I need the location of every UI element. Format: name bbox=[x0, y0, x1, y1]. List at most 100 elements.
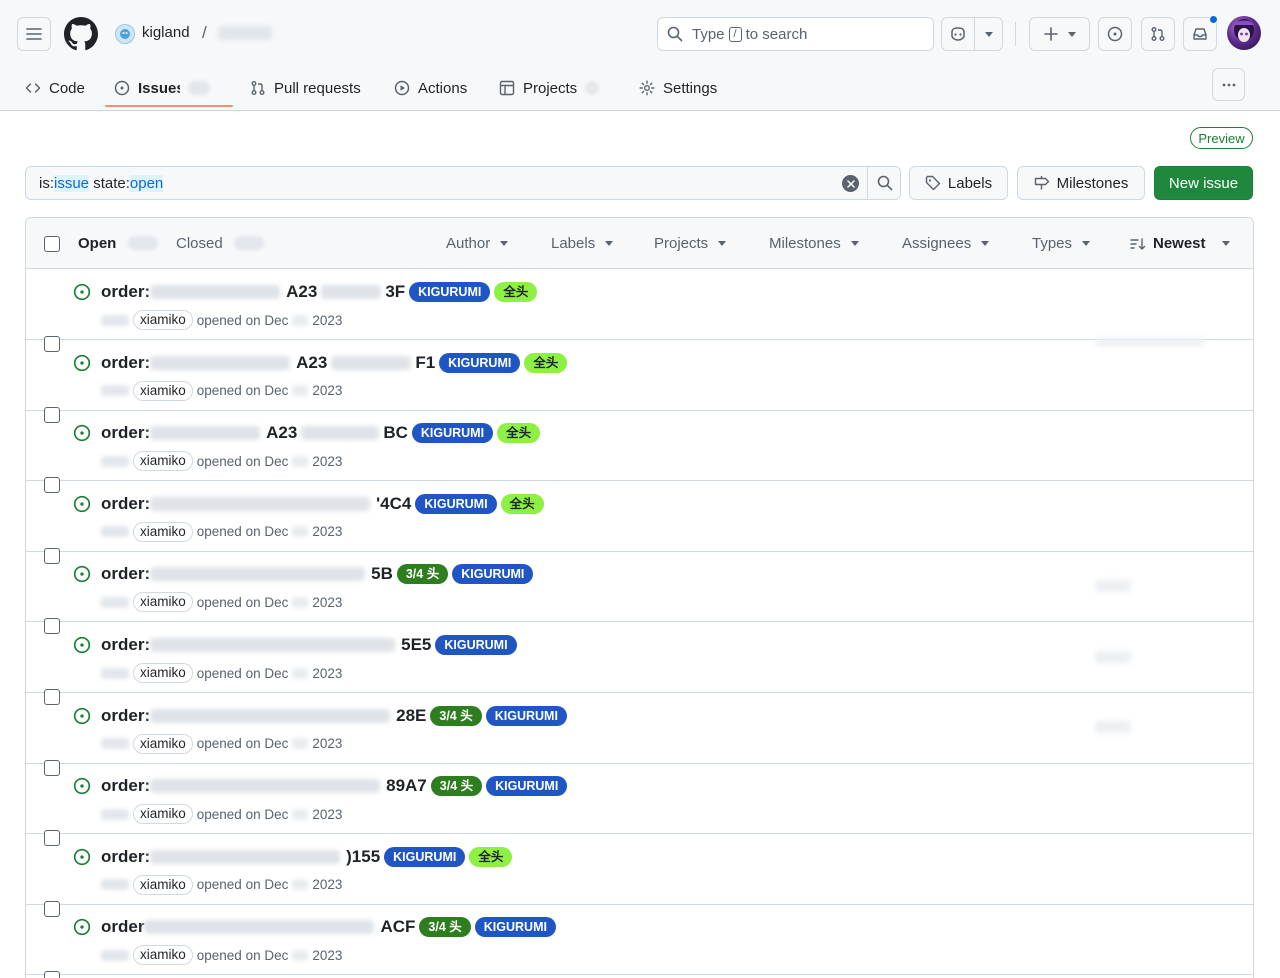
sort-menu[interactable]: Newest bbox=[1130, 235, 1230, 252]
owner-avatar[interactable] bbox=[115, 24, 135, 44]
issue-author-link[interactable]: xiamiko bbox=[133, 592, 193, 613]
repo-link-redacted[interactable] bbox=[218, 26, 272, 40]
issue-row[interactable]: order: 5E5 KIGURUMI xiamiko opened on Dec 202… bbox=[26, 622, 1253, 705]
issue-title-link[interactable]: order: 5B 3/4 头 KIGURUMI bbox=[101, 563, 534, 585]
issue-label[interactable]: 全头 bbox=[497, 423, 541, 444]
tab-projects[interactable]: Projects bbox=[499, 66, 600, 110]
more-options-button[interactable] bbox=[1212, 68, 1245, 101]
issue-label[interactable]: KIGURUMI bbox=[439, 352, 521, 373]
tab-issues[interactable]: Issues bbox=[114, 66, 210, 110]
your-pull-requests-button[interactable] bbox=[1141, 17, 1175, 51]
issue-row[interactable]: order:)155 KIGURUMI 全头 xiamiko opened on Dec… bbox=[26, 834, 1253, 917]
issue-label[interactable]: KIGURUMI bbox=[384, 846, 466, 867]
issue-author-link[interactable]: xiamiko bbox=[133, 874, 193, 895]
issue-row[interactable]: order ACF 3/4 头 KIGURUMI xiamiko opened on De… bbox=[26, 904, 1253, 978]
issue-title-link[interactable]: order: 28E 3/4 头 KIGURUMI bbox=[101, 705, 567, 727]
author-filter[interactable]: Author bbox=[446, 235, 509, 252]
preview-badge[interactable]: Preview bbox=[1190, 127, 1253, 149]
issue-number-redacted bbox=[101, 526, 129, 538]
issue-checkbox[interactable] bbox=[44, 971, 60, 978]
copilot-button[interactable] bbox=[942, 18, 976, 50]
table-icon bbox=[499, 80, 515, 96]
issue-label[interactable]: 全头 bbox=[469, 846, 513, 867]
owner-link[interactable]: kigland bbox=[142, 24, 190, 41]
issue-row[interactable]: order: '4C4 KIGURUMI 全头 xiamiko opened on Dec… bbox=[26, 481, 1253, 564]
closed-issues-tab[interactable]: Closed bbox=[176, 235, 223, 252]
tab-code[interactable]: Code bbox=[25, 66, 85, 110]
issue-opened-icon bbox=[73, 778, 91, 795]
issue-row[interactable]: order: A23 3F KIGURUMI 全头 xiamiko opened on De… bbox=[26, 269, 1253, 352]
issue-title-link[interactable]: order: A23 BC KIGURUMI 全头 bbox=[101, 422, 541, 444]
issue-label[interactable]: KIGURUMI bbox=[411, 423, 494, 444]
open-issues-tab[interactable]: Open bbox=[78, 235, 116, 252]
user-avatar[interactable] bbox=[1227, 16, 1261, 50]
new-issue-button[interactable]: New issue bbox=[1154, 166, 1253, 200]
global-search-input[interactable]: Type / to search bbox=[657, 17, 934, 51]
issue-title-link[interactable]: order: 5E5 KIGURUMI bbox=[101, 634, 517, 656]
issue-title-link[interactable]: order ACF 3/4 头 KIGURUMI bbox=[101, 916, 556, 938]
issue-author-link[interactable]: xiamiko bbox=[133, 451, 193, 472]
issue-author-link[interactable]: xiamiko bbox=[133, 663, 193, 683]
issue-filter-input[interactable]: is:issue state:open bbox=[25, 166, 901, 200]
issue-author-link[interactable]: xiamiko bbox=[133, 945, 193, 966]
issue-label[interactable]: 3/4 头 bbox=[430, 705, 482, 726]
your-issues-button[interactable] bbox=[1098, 17, 1132, 51]
milestones-filter[interactable]: Milestones bbox=[769, 235, 859, 252]
issue-day-redacted bbox=[292, 596, 309, 608]
issue-label[interactable]: KIGURUMI bbox=[435, 635, 517, 655]
issue-title-link[interactable]: order: '4C4 KIGURUMI 全头 bbox=[101, 493, 544, 515]
tab-pull-requests[interactable]: Pull requests bbox=[250, 66, 361, 110]
issue-label[interactable]: 3/4 头 bbox=[396, 564, 449, 585]
filter-key: is: bbox=[39, 175, 54, 192]
types-filter[interactable]: Types bbox=[1032, 235, 1091, 252]
redacted-mark bbox=[1095, 338, 1205, 346]
filter-label: Author bbox=[446, 235, 491, 252]
issue-title-link[interactable]: order: 89A7 3/4 头 KIGURUMI bbox=[101, 775, 568, 797]
filter-key: state: bbox=[89, 175, 130, 192]
issue-label[interactable]: KIGURUMI bbox=[486, 776, 568, 797]
tab-settings[interactable]: Settings bbox=[639, 66, 717, 110]
issue-author-link[interactable]: xiamiko bbox=[133, 733, 193, 754]
tag-icon bbox=[925, 175, 941, 191]
filter-search-button[interactable] bbox=[867, 167, 901, 199]
issue-label[interactable]: KIGURUMI bbox=[474, 917, 556, 938]
issue-label[interactable]: 全头 bbox=[494, 282, 538, 302]
issue-opened-year: 2023 bbox=[312, 736, 343, 752]
issue-label[interactable]: KIGURUMI bbox=[452, 564, 534, 585]
issue-title-link[interactable]: order: A23 3F KIGURUMI 全头 bbox=[101, 281, 538, 303]
issue-label[interactable]: KIGURUMI bbox=[409, 282, 491, 302]
select-all-checkbox[interactable] bbox=[44, 236, 60, 252]
issue-row[interactable]: order: 89A7 3/4 头 KIGURUMI xiamiko opened on … bbox=[26, 763, 1253, 847]
issue-label[interactable]: KIGURUMI bbox=[485, 705, 567, 726]
issue-row[interactable]: order: A23 F1 KIGURUMI 全头 xiamiko opened on De… bbox=[26, 340, 1253, 423]
create-new-button[interactable] bbox=[1029, 17, 1090, 51]
assignees-filter[interactable]: Assignees bbox=[902, 235, 990, 252]
issue-title-link[interactable]: order: A23 F1 KIGURUMI 全头 bbox=[101, 352, 568, 374]
issue-author-link[interactable]: xiamiko bbox=[133, 310, 193, 330]
issue-author-link[interactable]: xiamiko bbox=[133, 521, 193, 542]
labels-button[interactable]: Labels bbox=[909, 166, 1008, 200]
issue-row[interactable]: order: A23 BC KIGURUMI 全头 xiamiko opened on De… bbox=[26, 410, 1253, 494]
issue-title-link[interactable]: order:)155 KIGURUMI 全头 bbox=[101, 846, 513, 868]
filter-query: is:issue state:open bbox=[39, 175, 164, 192]
clear-filter-button[interactable] bbox=[842, 175, 859, 192]
issue-label[interactable]: 3/4 头 bbox=[430, 776, 483, 797]
copilot-dropdown-button[interactable] bbox=[975, 18, 1002, 50]
tab-actions[interactable]: Actions bbox=[394, 66, 467, 110]
issue-author-link[interactable]: xiamiko bbox=[133, 804, 193, 825]
issue-author-link[interactable]: xiamiko bbox=[133, 380, 193, 401]
projects-filter[interactable]: Projects bbox=[654, 235, 727, 252]
issue-row[interactable]: order: 28E 3/4 头 KIGURUMI xiamiko opened on D… bbox=[26, 693, 1253, 776]
issue-opened-text: opened on Dec bbox=[196, 947, 289, 963]
issue-label[interactable]: 3/4 头 bbox=[419, 917, 471, 938]
milestones-button[interactable]: Milestones bbox=[1017, 166, 1145, 200]
menu-button[interactable] bbox=[17, 17, 51, 51]
filter-label: Types bbox=[1032, 235, 1073, 252]
issue-opened-icon bbox=[73, 707, 91, 724]
labels-filter[interactable]: Labels bbox=[551, 235, 614, 252]
github-logo-icon[interactable] bbox=[64, 17, 98, 51]
issue-row[interactable]: order: 5B 3/4 头 KIGURUMI xiamiko opened on De… bbox=[26, 551, 1253, 635]
issue-label[interactable]: 全头 bbox=[524, 352, 568, 373]
issue-label[interactable]: 全头 bbox=[500, 493, 544, 514]
issue-label[interactable]: KIGURUMI bbox=[415, 493, 497, 514]
